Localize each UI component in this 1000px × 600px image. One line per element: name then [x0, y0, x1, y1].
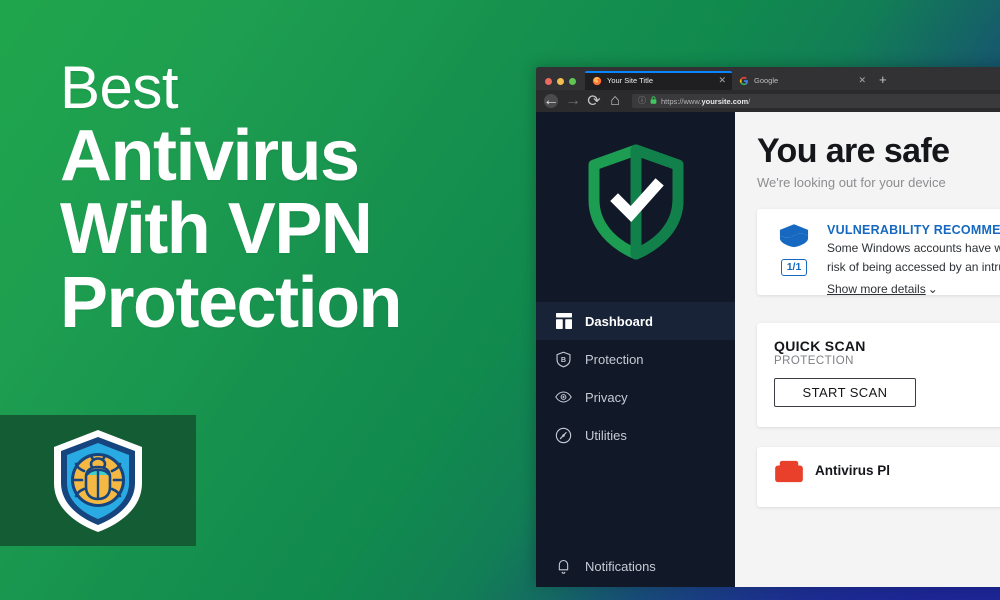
shield-b-icon: B — [555, 351, 572, 368]
headline-line-2: With VPN — [60, 189, 373, 270]
eye-icon — [555, 389, 572, 406]
sidebar-item-protection[interactable]: B Protection — [536, 340, 735, 378]
blue-shield-icon — [779, 223, 809, 253]
home-icon[interactable]: ⌂ — [609, 92, 621, 109]
sidebar-nav: Dashboard B Protection Privacy Utilities — [536, 300, 735, 454]
sidebar-item-utilities[interactable]: Utilities — [536, 416, 735, 454]
browser-tab-strip: Your Site Title ✕ Google ✕ + — [536, 67, 1000, 90]
page-title: Best Antivirus With VPN Protection — [60, 54, 403, 343]
status-title: You are safe — [757, 132, 950, 170]
url-suffix: / — [748, 96, 751, 106]
sidebar-item-label: Privacy — [585, 389, 628, 405]
brand-logo-panel — [0, 415, 196, 546]
back-icon[interactable]: ← — [543, 92, 559, 109]
headline-best: Best — [60, 54, 179, 121]
close-window-button[interactable] — [545, 78, 552, 85]
antivirus-shield-bug-icon — [46, 425, 150, 537]
start-scan-button[interactable]: START SCAN — [774, 377, 916, 407]
vulnerability-card-text-line1: Some Windows accounts have weak password… — [827, 240, 1000, 255]
antivirus-plan-card[interactable]: Antivirus Pl — [757, 446, 1000, 507]
sidebar-item-label: Notifications — [585, 558, 656, 574]
vulnerability-count-badge: 1/1 — [780, 258, 808, 276]
antivirus-plan-label: Antivirus Pl — [815, 462, 891, 478]
url-prefix: https://www. — [661, 96, 702, 106]
reload-icon[interactable]: ⟳ — [587, 93, 600, 110]
sidebar-item-dashboard[interactable]: Dashboard — [536, 302, 735, 340]
url-domain: yoursite.com — [701, 96, 749, 106]
lock-icon — [650, 96, 657, 106]
svg-text:B: B — [561, 356, 566, 364]
close-icon[interactable]: ✕ — [858, 76, 866, 85]
sidebar-item-label: Dashboard — [585, 313, 653, 329]
gauge-icon — [555, 427, 572, 444]
app-main-content: You are safe We're looking out for your … — [735, 112, 1000, 587]
forward-icon[interactable]: → — [565, 92, 581, 109]
sidebar-bottom-nav: Notifications — [536, 547, 735, 587]
close-icon[interactable]: ✕ — [718, 76, 726, 85]
red-antivirus-icon — [774, 460, 804, 484]
browser-window: Your Site Title ✕ Google ✕ + ← → ⟳ ⌂ ⓘ h… — [536, 67, 1000, 587]
vulnerability-card-text-line2: risk of being accessed by an intruder. — [827, 260, 1000, 275]
vulnerability-card-body: VULNERABILITY RECOMMENDATIONS Some Windo… — [827, 222, 1000, 296]
quick-scan-card: QUICK SCAN PROTECTION START SCAN — [757, 322, 1000, 427]
maximize-window-button[interactable] — [569, 78, 576, 85]
quick-scan-subtitle: PROTECTION — [774, 354, 854, 367]
status-subtitle: We're looking out for your device — [757, 174, 946, 190]
browser-toolbar: ← → ⟳ ⌂ ⓘ https://www.yoursite.com/ — [536, 90, 1000, 112]
new-tab-button[interactable]: + — [872, 73, 894, 90]
app-viewport: Dashboard B Protection Privacy Utilities… — [536, 112, 1000, 587]
tab-label: Google — [754, 76, 779, 85]
tab-your-site-title[interactable]: Your Site Title ✕ — [585, 71, 732, 90]
vulnerability-card[interactable]: 1/1 VULNERABILITY RECOMMENDATIONS Some W… — [757, 208, 1000, 296]
chevron-down-icon: ⌄ — [927, 281, 938, 296]
tab-label: Your Site Title — [607, 76, 653, 85]
quick-scan-title: QUICK SCAN — [774, 337, 866, 354]
address-bar[interactable]: ⓘ https://www.yoursite.com/ — [632, 94, 1000, 108]
sidebar-item-notifications[interactable]: Notifications — [536, 547, 735, 585]
tab-google[interactable]: Google ✕ — [732, 71, 872, 90]
show-more-details-label: Show more details — [827, 281, 926, 296]
headline-line-3: Protection — [60, 262, 403, 343]
app-sidebar: Dashboard B Protection Privacy Utilities… — [536, 112, 735, 587]
sidebar-item-label: Utilities — [585, 427, 627, 443]
vulnerability-card-title: VULNERABILITY RECOMMENDATIONS — [827, 222, 1000, 237]
green-shield-check-icon — [536, 112, 735, 300]
url-text: https://www.yoursite.com/ — [661, 97, 750, 106]
poster-canvas: Best Antivirus With VPN Protection Your … — [0, 0, 1000, 600]
vulnerability-card-indicator: 1/1 — [774, 222, 814, 295]
firefox-icon — [592, 76, 602, 86]
page-info-icon[interactable]: ⓘ — [638, 97, 646, 105]
sidebar-item-privacy[interactable]: Privacy — [536, 378, 735, 416]
show-more-details-link[interactable]: Show more details ⌄ — [827, 282, 938, 296]
google-g-icon — [739, 76, 749, 86]
minimize-window-button[interactable] — [557, 78, 564, 85]
dashboard-grid-icon — [555, 313, 572, 330]
window-controls[interactable] — [542, 78, 585, 90]
bell-icon — [555, 558, 572, 575]
sidebar-item-label: Protection — [585, 351, 644, 367]
headline-line-1: Antivirus — [60, 116, 360, 196]
